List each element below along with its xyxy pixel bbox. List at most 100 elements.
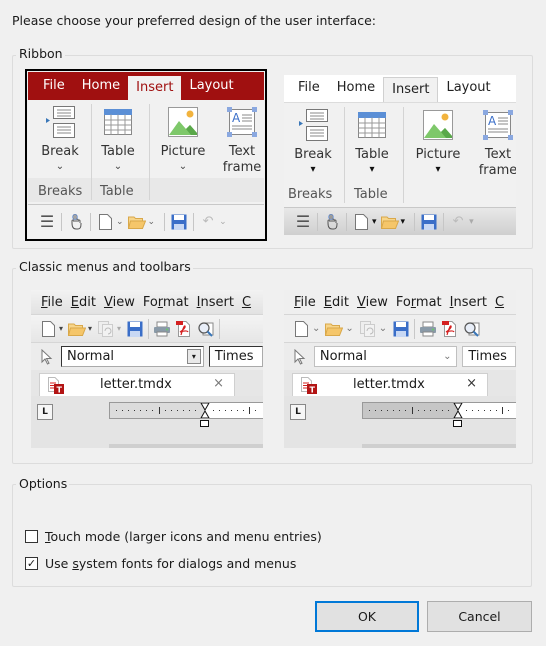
save-icon — [420, 213, 438, 231]
text-frame-label-1: Text — [228, 144, 256, 159]
picture-icon — [167, 106, 199, 138]
ruler-ticks — [116, 403, 256, 418]
system-fonts-checkbox[interactable]: ✓ — [25, 557, 38, 570]
group-label-breaks: Breaks — [288, 187, 333, 202]
svg-text:A: A — [488, 114, 497, 128]
document-tab-row: T letter.tmdx × — [31, 370, 263, 397]
save-icon — [170, 213, 188, 231]
ribbon-tab-bar: File Home Insert Layout — [28, 72, 264, 100]
open-folder-icon — [380, 213, 399, 231]
tab-insert: Insert — [128, 76, 182, 100]
print-preview-icon — [197, 320, 215, 338]
classic-modern-preview[interactable]: File Edit View Format Insert C ⌄ ⌄ ⌄ Nor… — [284, 290, 516, 448]
templates-icon — [97, 320, 115, 338]
ok-button[interactable]: OK — [315, 601, 419, 632]
tab-stop-selector: L — [37, 404, 53, 420]
ruler-row: L — [284, 396, 516, 448]
break-button: Break ▾ — [289, 109, 337, 177]
standard-toolbar: ⌄ ⌄ ⌄ — [284, 314, 516, 342]
touch-hand-icon — [67, 213, 85, 231]
chevron-down-icon: ⌄ — [113, 161, 123, 172]
paragraph-style-value: Normal — [66, 349, 115, 364]
indent-marker — [200, 420, 209, 427]
menu-format: Format — [142, 294, 189, 310]
text-frame-button: A Text frame — [218, 106, 264, 176]
open-folder-icon — [127, 213, 146, 231]
tmdx-file-icon: T — [301, 377, 317, 395]
menu-view: View — [356, 294, 388, 310]
classic-windows-preview[interactable]: File Edit View Format Insert C ▾ ▾ ▾ Nor… — [31, 290, 263, 448]
break-label: Break — [41, 144, 79, 159]
document-tab: T letter.tmdx × — [292, 373, 488, 397]
chevron-down-icon: ⌄ — [116, 216, 124, 227]
pdf-export-icon — [175, 320, 193, 338]
picture-label: Picture — [160, 144, 206, 159]
caret-down-icon: ▾ — [59, 324, 64, 333]
chevron-down-icon: ⌄ — [443, 351, 452, 362]
menu-insert: Insert — [449, 294, 487, 310]
chevron-down-icon: ⌄ — [147, 216, 156, 227]
text-frame-icon: A — [226, 106, 258, 138]
document-tab-row: T letter.tmdx × — [284, 370, 516, 397]
quick-access-toolbar: ☰ ⌄ ⌄ ↶ ⌄ — [28, 204, 264, 238]
table-label: Table — [101, 144, 135, 159]
picture-button: Picture ▾ — [409, 109, 467, 177]
horizontal-ruler — [109, 402, 263, 419]
group-separator — [91, 104, 92, 200]
paragraph-style-value: Normal — [319, 349, 367, 364]
save-icon — [392, 320, 410, 338]
tab-file: File — [298, 80, 320, 95]
tab-layout: Layout — [446, 80, 491, 95]
caret-down-icon: ▾ — [469, 216, 474, 227]
print-icon — [419, 320, 437, 338]
table-button: Table ⌄ — [94, 106, 142, 174]
page-break-icon — [297, 109, 329, 141]
classic-group-label: Classic menus and toolbars — [16, 259, 193, 274]
cancel-button[interactable]: Cancel — [427, 601, 532, 632]
new-document-icon — [292, 320, 310, 338]
text-frame-icon: A — [482, 109, 514, 141]
caret-down-icon: ▾ — [369, 164, 375, 175]
ruler-ticks — [369, 403, 509, 418]
menu-view: View — [103, 294, 135, 310]
text-frame-button: A Text frame — [474, 109, 516, 179]
format-toolbar: Normal ⌄ Times — [284, 342, 516, 370]
ribbon-red-preview[interactable]: File Home Insert Layout Break ⌄ Table ⌄ … — [25, 69, 267, 241]
chevron-down-icon: ⌄ — [312, 323, 321, 334]
page-break-icon — [44, 106, 76, 138]
font-combo: Times — [462, 346, 516, 367]
caret-down-icon: ▾ — [117, 324, 122, 333]
table-icon — [356, 109, 388, 141]
touch-mode-checkbox[interactable] — [25, 530, 38, 543]
svg-text:T: T — [310, 386, 316, 395]
chevron-down-icon: ⌄ — [378, 323, 388, 334]
system-fonts-option[interactable]: ✓ Use system fonts for dialogs and menus — [25, 556, 296, 571]
touch-mode-option[interactable]: Touch mode (larger icons and menu entrie… — [25, 529, 322, 544]
break-button: Break ⌄ — [36, 106, 84, 174]
dialog-prompt: Please choose your preferred design of t… — [12, 13, 376, 28]
close-icon: × — [466, 376, 477, 391]
menu-file: File — [41, 294, 63, 310]
table-button: Table ▾ — [348, 109, 396, 177]
tmdx-file-icon: T — [48, 377, 64, 395]
group-label-table: Table — [354, 187, 388, 202]
caret-down-icon: ▾ — [400, 216, 406, 227]
menu-bar: File Edit View Format Insert C — [284, 290, 516, 314]
table-label: Table — [355, 147, 389, 162]
ribbon-light-preview[interactable]: File Home Insert Layout Break ▾ Table ▾ … — [284, 75, 516, 235]
quick-access-toolbar: ☰ ▾ ▾ ↶ ▾ — [284, 207, 516, 235]
document-tab-name: letter.tmdx — [353, 377, 425, 392]
templates-icon — [359, 320, 377, 338]
menu-edit: Edit — [70, 294, 96, 310]
menu-icon: ☰ — [295, 212, 311, 231]
dropdown-arrow-icon: ▾ — [186, 349, 201, 364]
menu-edit: Edit — [323, 294, 349, 310]
menu-cut-off: C — [494, 294, 505, 310]
document-tab-name: letter.tmdx — [100, 377, 172, 392]
text-frame-label-2: frame — [478, 163, 516, 178]
select-arrow-icon — [292, 348, 308, 366]
menu-cut-off: C — [241, 294, 252, 310]
menu-bar: File Edit View Format Insert C — [31, 290, 263, 314]
standard-toolbar: ▾ ▾ ▾ — [31, 314, 263, 342]
paragraph-style-combo: Normal ⌄ — [313, 346, 458, 367]
